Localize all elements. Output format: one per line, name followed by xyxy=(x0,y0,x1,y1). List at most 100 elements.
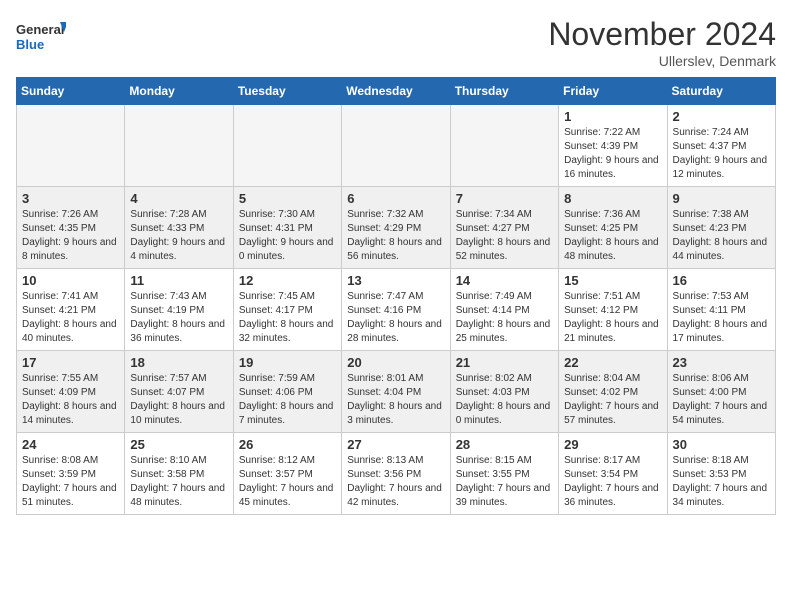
day-number: 20 xyxy=(347,355,444,370)
day-number: 24 xyxy=(22,437,119,452)
day-info: Sunrise: 8:10 AM Sunset: 3:58 PM Dayligh… xyxy=(130,454,227,510)
day-info: Sunrise: 7:41 AM Sunset: 4:21 PM Dayligh… xyxy=(22,290,119,346)
calendar-cell: 22 Sunrise: 8:04 AM Sunset: 4:02 PM Dayli… xyxy=(559,351,667,433)
day-info: Sunrise: 8:01 AM Sunset: 4:04 PM Dayligh… xyxy=(347,372,444,428)
logo-svg: General Blue xyxy=(16,16,66,56)
day-number: 27 xyxy=(347,437,444,452)
calendar-cell: 9 Sunrise: 7:38 AM Sunset: 4:23 PM Daylig… xyxy=(667,187,775,269)
week-row-1: 3 Sunrise: 7:26 AM Sunset: 4:35 PM Daylig… xyxy=(17,187,776,269)
calendar-cell: 8 Sunrise: 7:36 AM Sunset: 4:25 PM Daylig… xyxy=(559,187,667,269)
day-info: Sunrise: 7:26 AM Sunset: 4:35 PM Dayligh… xyxy=(22,208,119,264)
day-number: 17 xyxy=(22,355,119,370)
calendar-cell: 6Sunrise: 7:32 AM Sunset: 4:29 PM Daylig… xyxy=(342,187,450,269)
week-row-4: 24 Sunrise: 8:08 AM Sunset: 3:59 PM Dayli… xyxy=(17,433,776,515)
calendar-cell: 12Sunrise: 7:45 AM Sunset: 4:17 PM Dayli… xyxy=(233,269,341,351)
calendar-cell: 3 Sunrise: 7:26 AM Sunset: 4:35 PM Daylig… xyxy=(17,187,125,269)
day-number: 15 xyxy=(564,273,661,288)
calendar-table: Sunday Monday Tuesday Wednesday Thursday… xyxy=(16,77,776,515)
col-sunday: Sunday xyxy=(17,78,125,105)
calendar-cell: 19Sunrise: 7:59 AM Sunset: 4:06 PM Dayli… xyxy=(233,351,341,433)
col-saturday: Saturday xyxy=(667,78,775,105)
col-thursday: Thursday xyxy=(450,78,558,105)
title-block: November 2024 Ullerslev, Denmark xyxy=(548,16,776,69)
calendar-cell: 13Sunrise: 7:47 AM Sunset: 4:16 PM Dayli… xyxy=(342,269,450,351)
day-info: Sunrise: 7:24 AM Sunset: 4:37 PM Dayligh… xyxy=(673,126,770,182)
day-info: Sunrise: 7:53 AM Sunset: 4:11 PM Dayligh… xyxy=(673,290,770,346)
day-number: 2 xyxy=(673,109,770,124)
day-number: 3 xyxy=(22,191,119,206)
day-info: Sunrise: 8:15 AM Sunset: 3:55 PM Dayligh… xyxy=(456,454,553,510)
logo: General Blue xyxy=(16,16,66,56)
day-number: 22 xyxy=(564,355,661,370)
svg-text:Blue: Blue xyxy=(16,37,44,52)
calendar-cell: 17 Sunrise: 7:55 AM Sunset: 4:09 PM Dayli… xyxy=(17,351,125,433)
calendar-cell: 2 Sunrise: 7:24 AM Sunset: 4:37 PM Daylig… xyxy=(667,105,775,187)
day-number: 21 xyxy=(456,355,553,370)
calendar-cell: 11 Sunrise: 7:43 AM Sunset: 4:19 PM Dayli… xyxy=(125,269,233,351)
week-row-2: 10 Sunrise: 7:41 AM Sunset: 4:21 PM Dayli… xyxy=(17,269,776,351)
location: Ullerslev, Denmark xyxy=(548,53,776,69)
day-info: Sunrise: 8:08 AM Sunset: 3:59 PM Dayligh… xyxy=(22,454,119,510)
day-info: Sunrise: 8:17 AM Sunset: 3:54 PM Dayligh… xyxy=(564,454,661,510)
day-info: Sunrise: 8:12 AM Sunset: 3:57 PM Dayligh… xyxy=(239,454,336,510)
calendar-cell xyxy=(342,105,450,187)
day-number: 29 xyxy=(564,437,661,452)
calendar-cell xyxy=(233,105,341,187)
day-number: 23 xyxy=(673,355,770,370)
calendar-header-row: Sunday Monday Tuesday Wednesday Thursday… xyxy=(17,78,776,105)
calendar-cell: 15 Sunrise: 7:51 AM Sunset: 4:12 PM Dayli… xyxy=(559,269,667,351)
day-number: 13 xyxy=(347,273,444,288)
day-info: Sunrise: 7:36 AM Sunset: 4:25 PM Dayligh… xyxy=(564,208,661,264)
calendar-cell: 28 Sunrise: 8:15 AM Sunset: 3:55 PM Dayli… xyxy=(450,433,558,515)
day-info: Sunrise: 7:55 AM Sunset: 4:09 PM Dayligh… xyxy=(22,372,119,428)
day-info: Sunrise: 7:57 AM Sunset: 4:07 PM Dayligh… xyxy=(130,372,227,428)
day-info: Sunrise: 7:49 AM Sunset: 4:14 PM Dayligh… xyxy=(456,290,553,346)
calendar-cell: 18 Sunrise: 7:57 AM Sunset: 4:07 PM Dayli… xyxy=(125,351,233,433)
calendar-cell: 29 Sunrise: 8:17 AM Sunset: 3:54 PM Dayli… xyxy=(559,433,667,515)
svg-text:General: General xyxy=(16,22,64,37)
day-number: 28 xyxy=(456,437,553,452)
day-info: Sunrise: 7:32 AM Sunset: 4:29 PM Dayligh… xyxy=(347,208,444,264)
day-number: 26 xyxy=(239,437,336,452)
day-number: 18 xyxy=(130,355,227,370)
calendar-cell: 27Sunrise: 8:13 AM Sunset: 3:56 PM Dayli… xyxy=(342,433,450,515)
day-info: Sunrise: 8:06 AM Sunset: 4:00 PM Dayligh… xyxy=(673,372,770,428)
day-number: 10 xyxy=(22,273,119,288)
day-number: 16 xyxy=(673,273,770,288)
calendar-cell: 10 Sunrise: 7:41 AM Sunset: 4:21 PM Dayli… xyxy=(17,269,125,351)
col-monday: Monday xyxy=(125,78,233,105)
calendar-cell xyxy=(450,105,558,187)
day-number: 9 xyxy=(673,191,770,206)
week-row-0: 1 Sunrise: 7:22 AM Sunset: 4:39 PM Daylig… xyxy=(17,105,776,187)
day-info: Sunrise: 7:51 AM Sunset: 4:12 PM Dayligh… xyxy=(564,290,661,346)
col-friday: Friday xyxy=(559,78,667,105)
day-info: Sunrise: 8:02 AM Sunset: 4:03 PM Dayligh… xyxy=(456,372,553,428)
page-header: General Blue November 2024 Ullerslev, De… xyxy=(16,16,776,69)
day-info: Sunrise: 7:28 AM Sunset: 4:33 PM Dayligh… xyxy=(130,208,227,264)
col-wednesday: Wednesday xyxy=(342,78,450,105)
calendar-cell: 1 Sunrise: 7:22 AM Sunset: 4:39 PM Daylig… xyxy=(559,105,667,187)
week-row-3: 17 Sunrise: 7:55 AM Sunset: 4:09 PM Dayli… xyxy=(17,351,776,433)
day-number: 14 xyxy=(456,273,553,288)
day-info: Sunrise: 8:18 AM Sunset: 3:53 PM Dayligh… xyxy=(673,454,770,510)
calendar-cell: 14 Sunrise: 7:49 AM Sunset: 4:14 PM Dayli… xyxy=(450,269,558,351)
day-number: 7 xyxy=(456,191,553,206)
col-tuesday: Tuesday xyxy=(233,78,341,105)
calendar-cell: 24 Sunrise: 8:08 AM Sunset: 3:59 PM Dayli… xyxy=(17,433,125,515)
day-number: 30 xyxy=(673,437,770,452)
calendar-cell xyxy=(17,105,125,187)
calendar-cell: 16 Sunrise: 7:53 AM Sunset: 4:11 PM Dayli… xyxy=(667,269,775,351)
calendar-cell: 23 Sunrise: 8:06 AM Sunset: 4:00 PM Dayli… xyxy=(667,351,775,433)
day-info: Sunrise: 7:43 AM Sunset: 4:19 PM Dayligh… xyxy=(130,290,227,346)
day-number: 8 xyxy=(564,191,661,206)
day-info: Sunrise: 7:38 AM Sunset: 4:23 PM Dayligh… xyxy=(673,208,770,264)
day-info: Sunrise: 8:04 AM Sunset: 4:02 PM Dayligh… xyxy=(564,372,661,428)
day-number: 1 xyxy=(564,109,661,124)
day-info: Sunrise: 7:59 AM Sunset: 4:06 PM Dayligh… xyxy=(239,372,336,428)
day-number: 4 xyxy=(130,191,227,206)
day-number: 11 xyxy=(130,273,227,288)
calendar-cell: 30 Sunrise: 8:18 AM Sunset: 3:53 PM Dayli… xyxy=(667,433,775,515)
month-title: November 2024 xyxy=(548,16,776,53)
day-number: 12 xyxy=(239,273,336,288)
day-info: Sunrise: 7:22 AM Sunset: 4:39 PM Dayligh… xyxy=(564,126,661,182)
